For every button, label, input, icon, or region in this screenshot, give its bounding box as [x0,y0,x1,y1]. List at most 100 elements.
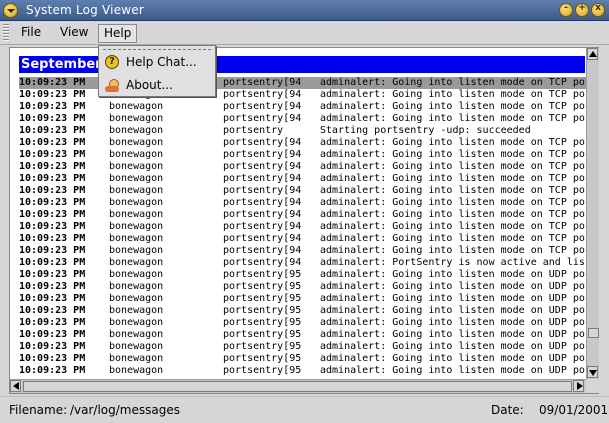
log-message: adminalert: Going into listen mode on TC… [320,221,585,232]
log-message: adminalert: Going into listen mode on UD… [320,341,585,352]
log-process: portsentry[94 [223,89,302,100]
log-message: adminalert: Going into listen mode on TC… [320,101,585,112]
log-message: adminalert: Going into listen mode on UD… [320,329,585,340]
log-process: portsentry[95 [223,365,302,376]
log-row[interactable]: 10:09:23 PM bonewagon portsentry[94 adminal… [19,161,586,173]
menu-help[interactable]: Help [98,24,138,43]
log-time: 10:09:23 PM [19,245,86,256]
log-list[interactable]: September 1 10:09:23 PMbonewagonportsent… [10,48,586,379]
log-message: adminalert: Going into listen mode on TC… [320,209,585,220]
log-process: portsentry[94 [223,197,302,208]
vertical-scroll-thumb[interactable] [588,328,599,338]
log-host: bonewagon [109,305,164,316]
horizontal-scroll-thumb[interactable] [23,381,572,392]
log-row[interactable]: 10:09:23 PM bonewagon portsentry[94 adminal… [19,101,586,113]
log-message: adminalert: Going into listen mode on TC… [320,185,585,196]
log-time: 10:09:23 PM [19,185,86,196]
log-message: adminalert: Going into listen mode on UD… [320,281,585,292]
log-row[interactable]: 10:09:23 PM bonewagon portsentry[94 adminal… [19,245,586,257]
log-message: adminalert: Going into listen mode on TC… [320,77,585,88]
filename-label: Filename: [9,403,68,417]
scroll-right-arrow-icon[interactable] [573,380,584,392]
menubar: File View Help [0,21,609,45]
log-row[interactable]: 10:09:23 PM bonewagon portsentry[95 adminal… [19,305,586,317]
log-host: bonewagon [109,101,164,112]
log-process: portsentry[94 [223,113,302,124]
log-time: 10:09:23 PM [19,257,86,268]
horizontal-scrollbar[interactable] [10,379,586,393]
menu-item-about[interactable]: About... [103,75,213,95]
scroll-down-arrow-icon[interactable] [587,366,598,378]
log-host: bonewagon [109,281,164,292]
log-time: 10:09:23 PM [19,305,86,316]
log-host: bonewagon [109,161,164,172]
menubar-grip-handle[interactable] [3,24,9,42]
log-row[interactable]: 10:09:23 PM bonewagon portsentry Starting p… [19,125,586,137]
log-row[interactable]: 10:09:23 PM bonewagon portsentry[94 adminal… [19,233,586,245]
log-row[interactable]: 10:09:23 PM bonewagon portsentry[95 adminal… [19,353,586,365]
log-message: adminalert: Going into listen mode on TC… [320,161,585,172]
log-message: adminalert: Going into listen mode on UD… [320,305,585,316]
menu-item-help-chat[interactable]: ? Help Chat... [103,52,213,72]
log-message: adminalert: Going into listen mode on UD… [320,269,585,280]
date-value: 09/01/2001 [539,403,609,417]
log-row[interactable]: 10:09:23 PM bonewagon portsentry[95 adminal… [19,329,586,341]
log-process: portsentry[95 [223,269,302,280]
log-row[interactable]: 10:09:23 PM bonewagon portsentry[95 adminal… [19,293,586,305]
log-time: 10:09:23 PM [19,137,86,148]
log-time: 10:09:23 PM [19,209,86,220]
log-message: adminalert: Going into listen mode on UD… [320,353,585,364]
log-row[interactable]: 10:09:23 PM bonewagon portsentry[95 adminal… [19,269,586,281]
log-row[interactable]: 10:09:23 PM bonewagon portsentry[94 adminal… [19,149,586,161]
log-process: portsentry[94 [223,233,302,244]
log-time: 10:09:23 PM [19,281,86,292]
log-time: 10:09:23 PM [19,77,86,88]
window-titlebar[interactable]: System Log Viewer - + x [0,0,609,21]
log-time: 10:09:23 PM [19,125,86,136]
log-message: adminalert: Going into listen mode on UD… [320,365,585,376]
log-row[interactable]: 10:09:23 PM bonewagon portsentry[95 adminal… [19,341,586,353]
log-host: bonewagon [109,233,164,244]
log-host: bonewagon [109,341,164,352]
log-row[interactable]: 10:09:23 PM bonewagon portsentry[94 adminal… [19,185,586,197]
log-row[interactable]: 10:09:23 PM bonewagon portsentry[94 adminal… [19,221,586,233]
log-host: bonewagon [109,353,164,364]
maximize-button[interactable]: + [575,3,589,17]
log-time: 10:09:23 PM [19,101,86,112]
log-time: 10:09:23 PM [19,149,86,160]
menu-tearoff-line[interactable] [103,49,211,50]
log-message: adminalert: Going into listen mode on TC… [320,113,585,124]
log-time: 10:09:23 PM [19,233,86,244]
log-row[interactable]: 10:09:23 PM bonewagon portsentry[94 adminal… [19,173,586,185]
log-process: portsentry[95 [223,305,302,316]
log-process: portsentry[94 [223,149,302,160]
minimize-button[interactable]: - [559,3,573,17]
vertical-scrollbar[interactable] [586,48,599,379]
filename-value: /var/log/messages [70,403,180,417]
log-process: portsentry[95 [223,281,302,292]
log-row[interactable]: 10:09:23 PM bonewagon portsentry[95 adminal… [19,365,586,377]
log-host: bonewagon [109,137,164,148]
scroll-up-arrow-icon[interactable] [587,48,598,60]
log-message: adminalert: Going into listen mode on TC… [320,89,585,100]
menu-view[interactable]: View [55,24,93,43]
log-row[interactable]: 10:09:23 PM bonewagon portsentry[94 adminal… [19,209,586,221]
window-menu-icon[interactable] [3,3,18,18]
log-row[interactable]: 10:09:23 PM bonewagon portsentry[94 adminal… [19,257,586,269]
log-time: 10:09:23 PM [19,269,86,280]
log-row[interactable]: 10:09:23 PM bonewagon portsentry[94 adminal… [19,197,586,209]
log-row[interactable]: 10:09:23 PM bonewagon portsentry[94 adminal… [19,113,586,125]
menu-file[interactable]: File [16,24,46,43]
log-row[interactable]: 10:09:23 PM bonewagon portsentry[95 adminal… [19,281,586,293]
log-message: adminalert: Going into listen mode on UD… [320,293,585,304]
log-row[interactable]: 10:09:23 PM bonewagon portsentry[94 adminal… [19,137,586,149]
close-button[interactable]: x [591,3,605,17]
log-process: portsentry[95 [223,341,302,352]
log-host: bonewagon [109,293,164,304]
menu-item-label: About... [126,78,173,92]
log-row[interactable]: 10:09:23 PM bonewagon portsentry[95 adminal… [19,317,586,329]
maximize-icon: + [578,3,586,13]
log-process: portsentry[94 [223,137,302,148]
log-process: portsentry[94 [223,101,302,112]
scroll-left-arrow-icon[interactable] [10,380,21,392]
